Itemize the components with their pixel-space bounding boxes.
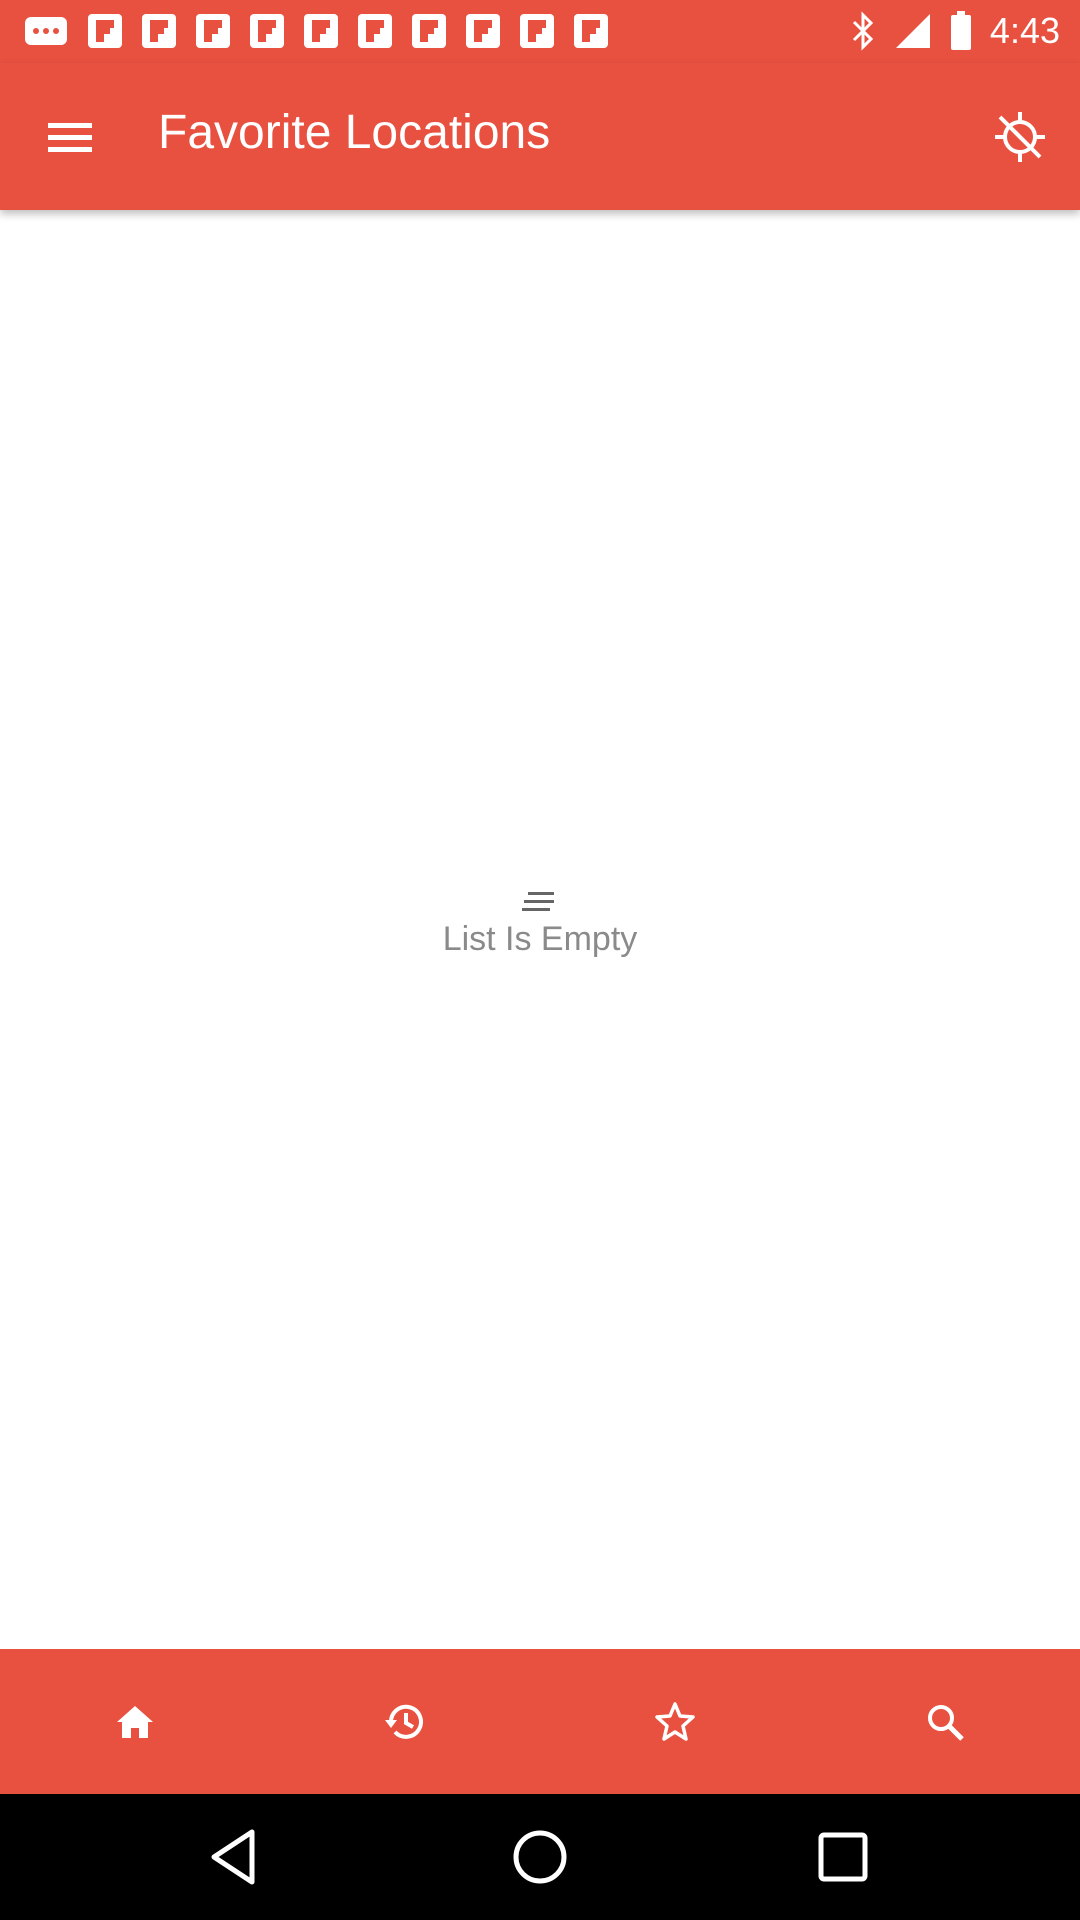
star-icon xyxy=(655,1701,695,1741)
flipboard-icon xyxy=(358,14,392,48)
home-icon xyxy=(117,1705,153,1738)
bottom-navigation xyxy=(0,1649,1080,1794)
history-icon xyxy=(385,1704,423,1739)
system-recents-button[interactable] xyxy=(808,1822,878,1892)
notification-icons xyxy=(24,14,608,48)
flipboard-icon xyxy=(142,14,176,48)
hamburger-menu-icon xyxy=(48,123,92,152)
flipboard-icon xyxy=(412,14,446,48)
bluetooth-icon xyxy=(852,11,874,51)
flipboard-icon xyxy=(466,14,500,48)
status-bar: 4:43 xyxy=(0,0,1080,63)
signal-icon xyxy=(895,14,930,48)
empty-message: List Is Empty xyxy=(442,920,638,958)
nav-favorites-button[interactable] xyxy=(540,1649,810,1794)
empty-state: List Is Empty xyxy=(0,890,1080,959)
search-icon xyxy=(928,1704,964,1741)
back-icon xyxy=(211,1829,255,1885)
nav-home-button[interactable] xyxy=(0,1649,270,1794)
location-toggle-button[interactable] xyxy=(992,109,1048,165)
nav-search-button[interactable] xyxy=(810,1649,1080,1794)
system-back-button[interactable] xyxy=(200,1822,270,1892)
menu-button[interactable] xyxy=(40,109,100,165)
flipboard-icon xyxy=(520,14,554,48)
home-circle-icon xyxy=(513,1830,567,1884)
flipboard-icon xyxy=(250,14,284,48)
more-notifications-icon xyxy=(25,17,67,45)
flipboard-icon xyxy=(88,14,122,48)
flipboard-icon xyxy=(574,14,608,48)
nav-history-button[interactable] xyxy=(270,1649,540,1794)
recents-icon xyxy=(818,1832,868,1882)
flipboard-icon xyxy=(196,14,230,48)
app-bar: Favorite Locations xyxy=(0,63,1080,210)
status-time: 4:43 xyxy=(989,10,1060,51)
battery-icon xyxy=(950,11,971,50)
system-home-button[interactable] xyxy=(505,1822,575,1892)
list-lines-icon xyxy=(522,892,554,911)
system-status-icons: 4:43 xyxy=(850,10,1060,52)
gps-off-icon xyxy=(995,112,1045,162)
flipboard-icon xyxy=(304,14,338,48)
system-navigation-bar xyxy=(0,1794,1080,1920)
page-title: Favorite Locations xyxy=(158,106,551,159)
